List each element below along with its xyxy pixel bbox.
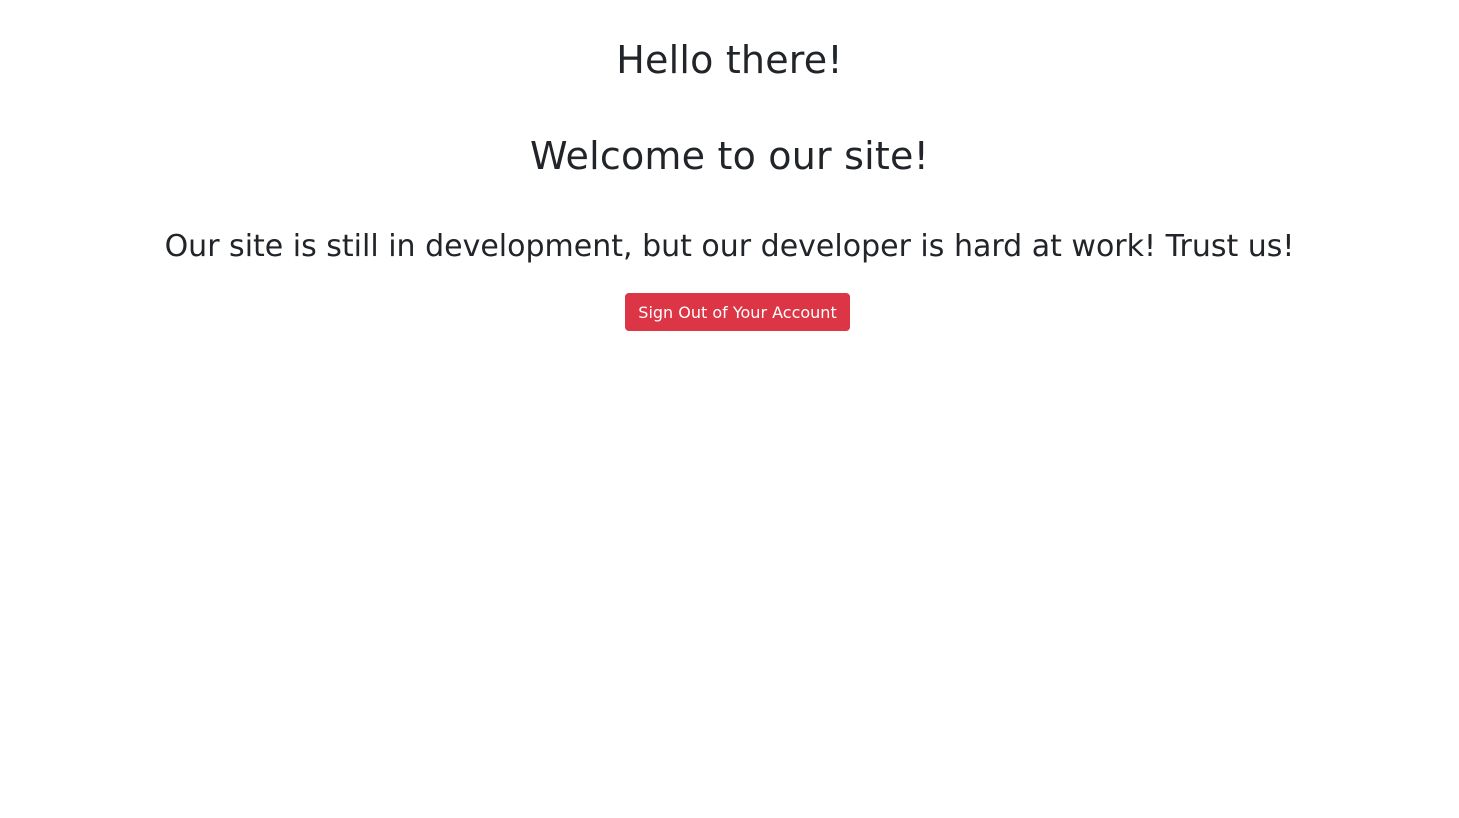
sign-out-button[interactable]: Sign Out of Your Account xyxy=(625,293,850,331)
development-status-message: Our site is still in development, but ou… xyxy=(164,229,1295,264)
greeting-heading: Hello there! xyxy=(616,38,843,82)
welcome-heading: Welcome to our site! xyxy=(529,134,930,178)
landing-page: Hello there! Welcome to our site! Our si… xyxy=(0,0,1459,818)
sign-out-container: Sign Out of Your Account xyxy=(0,293,1459,331)
